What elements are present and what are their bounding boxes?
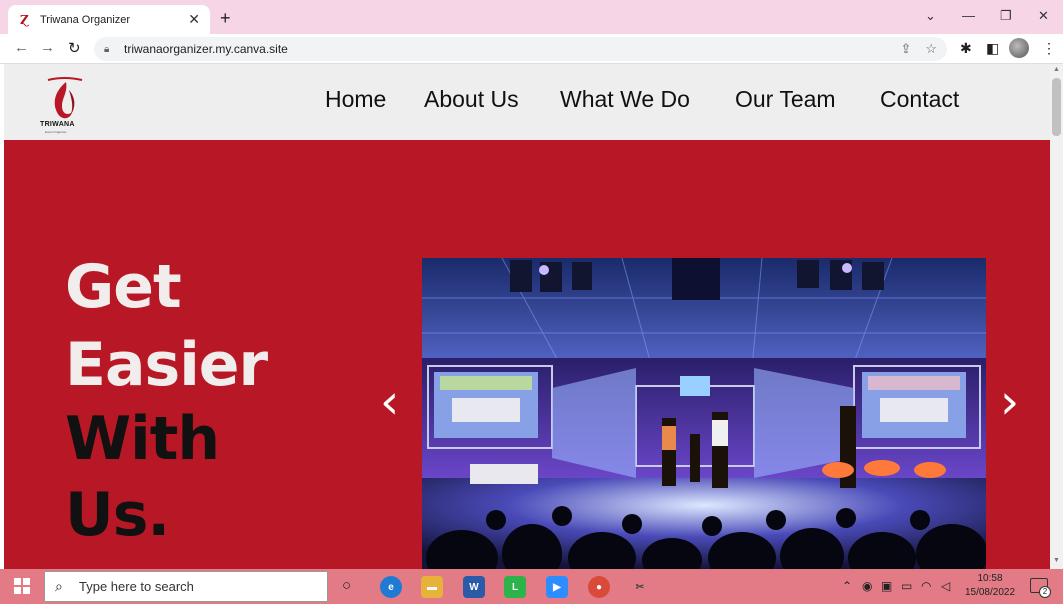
nav-about-us[interactable]: About Us <box>424 86 519 113</box>
notifications-badge: 2 <box>1039 586 1051 598</box>
profile-avatar[interactable] <box>1009 38 1029 58</box>
cortana-icon[interactable]: ○ <box>342 577 351 594</box>
lock-icon[interactable]: 🔒︎ <box>104 44 120 55</box>
volume-icon[interactable]: ◁ <box>941 579 950 593</box>
page-scrollbar[interactable]: ▲ ▼ <box>1050 64 1063 569</box>
taskbar-search-box[interactable]: ⌕ Type here to search <box>44 571 328 602</box>
clock-time: 10:58 <box>977 573 1003 584</box>
bookmark-star-icon[interactable]: ☆ <box>925 41 937 57</box>
browser-toolbar: ← → ↻ 🔒︎ triwanaorganizer.my.canva.site … <box>0 34 1063 64</box>
hero-line-3: With <box>65 404 220 474</box>
back-icon[interactable]: ← <box>14 39 29 56</box>
scroll-up-icon[interactable]: ▲ <box>1053 66 1060 73</box>
reload-icon[interactable]: ↻ <box>68 39 81 57</box>
hero-section: Get Easier With Us. ‹ › <box>4 140 1050 569</box>
carousel-next-icon[interactable]: › <box>1000 374 1019 430</box>
event-stage-photo <box>422 258 986 569</box>
tray-app-icon[interactable]: ◉ <box>862 579 872 593</box>
close-window-button[interactable]: ✕ <box>1038 8 1049 24</box>
tray-display-icon[interactable]: ▣ <box>881 579 892 593</box>
browser-tab[interactable]: Ɀ Triwana Organizer ✕ <box>8 5 210 34</box>
scroll-thumb[interactable] <box>1052 78 1061 136</box>
edge-icon[interactable]: e <box>380 576 402 598</box>
hero-line-4: Us. <box>65 480 170 550</box>
line-icon[interactable]: L <box>504 576 526 598</box>
carousel-prev-icon[interactable]: ‹ <box>380 374 399 430</box>
search-icon: ⌕ <box>55 578 63 594</box>
snipping-tool-icon[interactable]: ✂ <box>629 576 651 598</box>
windows-start-icon[interactable] <box>14 578 30 594</box>
logo-text: TRIWANA <box>40 121 75 128</box>
forward-icon[interactable]: → <box>40 39 55 56</box>
side-panel-icon[interactable]: ◧ <box>986 40 999 57</box>
tray-chevron-icon[interactable]: ⌃ <box>842 579 852 593</box>
address-bar[interactable]: 🔒︎ triwanaorganizer.my.canva.site ⇪ ☆ <box>94 37 947 61</box>
scroll-down-icon[interactable]: ▼ <box>1053 557 1060 564</box>
tab-title: Triwana Organizer <box>40 13 131 26</box>
browser-tab-strip: Ɀ Triwana Organizer ✕ + ⌄ — ❐ ✕ <box>0 0 1063 34</box>
logo-subtitle: Event Organizer <box>45 130 67 134</box>
nav-home[interactable]: Home <box>325 86 386 113</box>
zoom-icon[interactable]: ▶ <box>546 576 568 598</box>
wifi-icon[interactable]: ◠ <box>921 579 931 593</box>
new-tab-button[interactable]: + <box>220 8 231 29</box>
nav-what-we-do[interactable]: What We Do <box>560 86 690 113</box>
site-header: TRIWANA Event Organizer Home About Us Wh… <box>4 64 1050 140</box>
nav-contact[interactable]: Contact <box>880 86 959 113</box>
url-text[interactable]: triwanaorganizer.my.canva.site <box>124 42 886 56</box>
battery-icon[interactable]: ▭ <box>901 579 912 593</box>
tab-close-icon[interactable]: ✕ <box>188 11 200 28</box>
extensions-icon[interactable]: ✱ <box>960 40 972 57</box>
chrome-icon[interactable]: ● <box>588 576 610 598</box>
hero-line-1: Get <box>65 252 182 322</box>
restore-button[interactable]: ❐ <box>1000 8 1012 24</box>
clock-date: 15/08/2022 <box>964 587 1016 598</box>
tab-search-icon[interactable]: ⌄ <box>925 8 936 24</box>
triwana-favicon-icon: Ɀ <box>20 12 29 27</box>
minimize-button[interactable]: — <box>962 8 975 23</box>
taskbar-clock[interactable]: 10:58 15/08/2022 <box>962 572 1018 600</box>
nav-our-team[interactable]: Our Team <box>735 86 836 113</box>
windows-taskbar: ⌕ Type here to search ○ e ▬ W L ▶ ● ✂ ⌃ … <box>0 569 1063 604</box>
taskbar-search-placeholder[interactable]: Type here to search <box>79 579 194 594</box>
word-icon[interactable]: W <box>463 576 485 598</box>
hero-line-2: Easier <box>65 330 268 400</box>
share-icon[interactable]: ⇪ <box>900 41 911 57</box>
file-explorer-icon[interactable]: ▬ <box>421 576 443 598</box>
menu-kebab-icon[interactable]: ⋮ <box>1042 40 1056 57</box>
